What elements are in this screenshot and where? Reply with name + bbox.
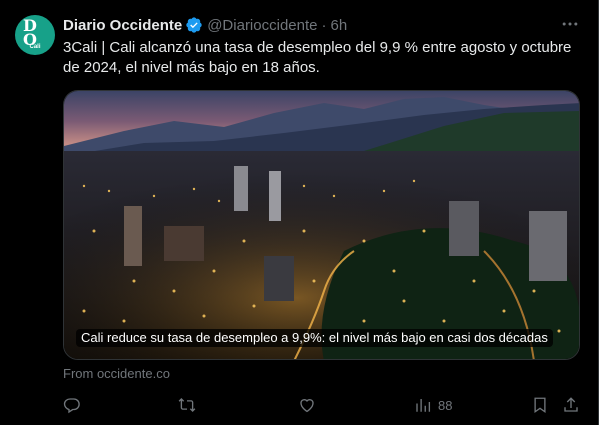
- like-button[interactable]: [298, 393, 316, 417]
- reply-icon: [63, 398, 80, 414]
- retweet-button[interactable]: [178, 393, 196, 417]
- card-title: Cali reduce su tasa de desempleo a 9,9%:…: [76, 329, 553, 347]
- card-image-city-night: [64, 91, 579, 359]
- author-name[interactable]: Diario Occidente: [63, 17, 182, 34]
- tweet-text: 3Cali | Cali alcanzó una tasa de desempl…: [63, 39, 572, 76]
- share-icon: [564, 397, 578, 412]
- verified-badge-icon[interactable]: [185, 16, 203, 34]
- views-button[interactable]: 88: [414, 393, 452, 417]
- separator-dot: ·: [321, 16, 327, 34]
- card-source[interactable]: From occidente.co: [63, 366, 170, 381]
- more-options-icon[interactable]: [559, 14, 581, 34]
- heart-icon: [300, 399, 314, 413]
- views-count: 88: [438, 397, 453, 413]
- avatar-city: Cali: [29, 44, 41, 50]
- share-button[interactable]: [562, 393, 580, 417]
- action-bar: 88: [0, 393, 599, 417]
- bookmark-icon: [534, 397, 546, 414]
- reply-button[interactable]: [63, 393, 81, 417]
- retweet-icon: [178, 398, 196, 412]
- views-icon: [416, 399, 431, 412]
- link-card[interactable]: Cali reduce su tasa de desempleo a 9,9%:…: [63, 90, 580, 360]
- avatar[interactable]: D O Cali: [15, 15, 55, 55]
- author-handle[interactable]: @Diarioccidente: [207, 17, 317, 34]
- tweet[interactable]: D O Cali Diario Occidente @Diarioccident…: [0, 0, 599, 425]
- bookmark-button[interactable]: [531, 393, 549, 417]
- tweet-header: Diario Occidente @Diarioccidente · 6h: [63, 15, 347, 35]
- tweet-time[interactable]: 6h: [330, 17, 347, 34]
